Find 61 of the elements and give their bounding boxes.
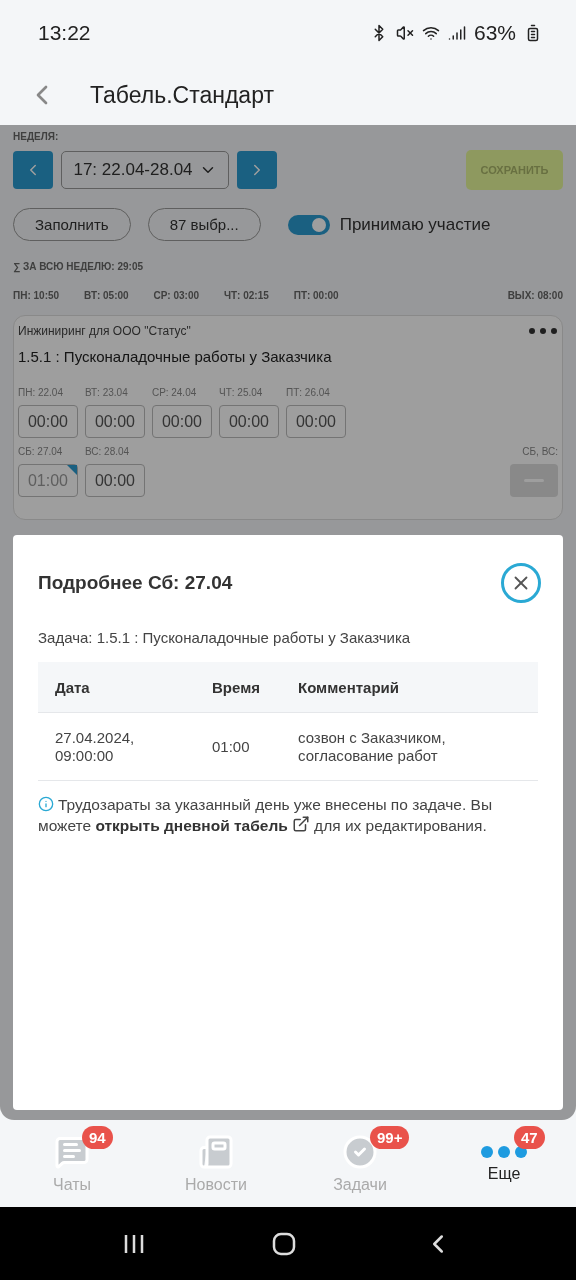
- table-cell-text: созвон с Заказчиком, согласование работ: [298, 728, 447, 765]
- day-label: ВС: 28.04: [85, 446, 131, 457]
- signal-icon: [447, 23, 466, 42]
- time-field[interactable]: 00:00: [85, 405, 145, 438]
- day-total: ЧТ: 02:15: [224, 290, 269, 301]
- day-label: СР: 24.04: [152, 387, 198, 398]
- time-field[interactable]: 00:00: [152, 405, 212, 438]
- day-label: ПТ: 26.04: [286, 387, 331, 398]
- nav-tab[interactable]: Еще 47: [432, 1120, 576, 1207]
- time-field[interactable]: 00:00: [85, 464, 145, 497]
- more-icon: [480, 1144, 528, 1159]
- week-total: ∑ ЗА ВСЮ НЕДЕЛЮ: 29:05: [13, 261, 145, 272]
- nav-tab[interactable]: Чаты 94: [0, 1120, 144, 1207]
- daily-timesheet-link[interactable]: открыть дневной табель: [95, 817, 310, 835]
- table-cell-text: 01:00: [212, 737, 251, 756]
- mute-icon: [395, 23, 414, 42]
- close-button[interactable]: [501, 563, 541, 603]
- day-label: ПН: 22.04: [18, 387, 64, 398]
- info-icon: [38, 796, 54, 812]
- page-title: Табель.Стандарт: [90, 81, 274, 109]
- day-total: ВТ: 05:00: [84, 290, 129, 301]
- fill-button[interactable]: Заполнить: [13, 208, 131, 241]
- participation-toggle[interactable]: [287, 214, 330, 235]
- weekend-total: ВЫХ: 08:00: [507, 290, 563, 301]
- recent-apps-icon[interactable]: [123, 1232, 146, 1255]
- count-badge: 94: [82, 1126, 113, 1149]
- count-badge: 47: [514, 1126, 545, 1149]
- status-time: 13:22: [38, 20, 91, 45]
- selection-button[interactable]: 87 выбр...: [147, 208, 261, 241]
- time-field[interactable]: 00:00: [286, 405, 346, 438]
- check-circle-icon: [342, 1133, 378, 1170]
- day-total: СР: 03:00: [153, 290, 200, 301]
- info-note: Трудозараты за указанный день уже внесены по задаче. Вы можете открыть дневной табель для их редактирования.: [38, 795, 494, 837]
- toggle-label: Принимаю участие: [339, 214, 491, 235]
- project-name: Инжиниринг для ООО "Статус": [18, 324, 191, 338]
- column-header: Дата: [55, 678, 91, 696]
- count-badge: 99+: [370, 1126, 410, 1149]
- column-header: Время: [212, 678, 261, 696]
- time-field[interactable]: 00:00: [18, 405, 78, 438]
- comment-marker-icon: [67, 465, 77, 475]
- week-label: НЕДЕЛЯ:: [13, 131, 60, 142]
- table-cell-text: 27.04.2024, 09:00:00: [55, 728, 136, 765]
- newspaper-icon: [198, 1133, 234, 1170]
- nav-tab[interactable]: Задачи 99+: [288, 1120, 432, 1207]
- day-label: ЧТ: 25.04: [219, 387, 264, 398]
- time-field[interactable]: 01:00: [18, 464, 78, 497]
- battery-level: 63%: [473, 20, 516, 45]
- time-field[interactable]: 00:00: [219, 405, 279, 438]
- day-label: СБ: 27.04: [18, 446, 64, 457]
- day-label: ВТ: 23.04: [85, 387, 129, 398]
- task-name: 1.5.1 : Пусконаладочные работы у Заказчика: [18, 348, 333, 365]
- weekend-label: СБ, ВС:: [522, 446, 558, 457]
- external-link-icon: [291, 815, 310, 834]
- day-total: ПТ: 00:00: [293, 290, 339, 301]
- dialog-title: Подробнее Сб: 27.04: [38, 572, 233, 594]
- dialog-task: Задача: 1.5.1 : Пусконаладочные работы у Заказчика: [38, 629, 412, 646]
- column-header: Комментарий: [298, 678, 400, 696]
- day-total: ПН: 10:50: [13, 290, 60, 301]
- home-icon[interactable]: [272, 1231, 296, 1256]
- week-selector[interactable]: 17: 22.04-28.04: [61, 151, 229, 189]
- more-options-icon[interactable]: [528, 327, 558, 335]
